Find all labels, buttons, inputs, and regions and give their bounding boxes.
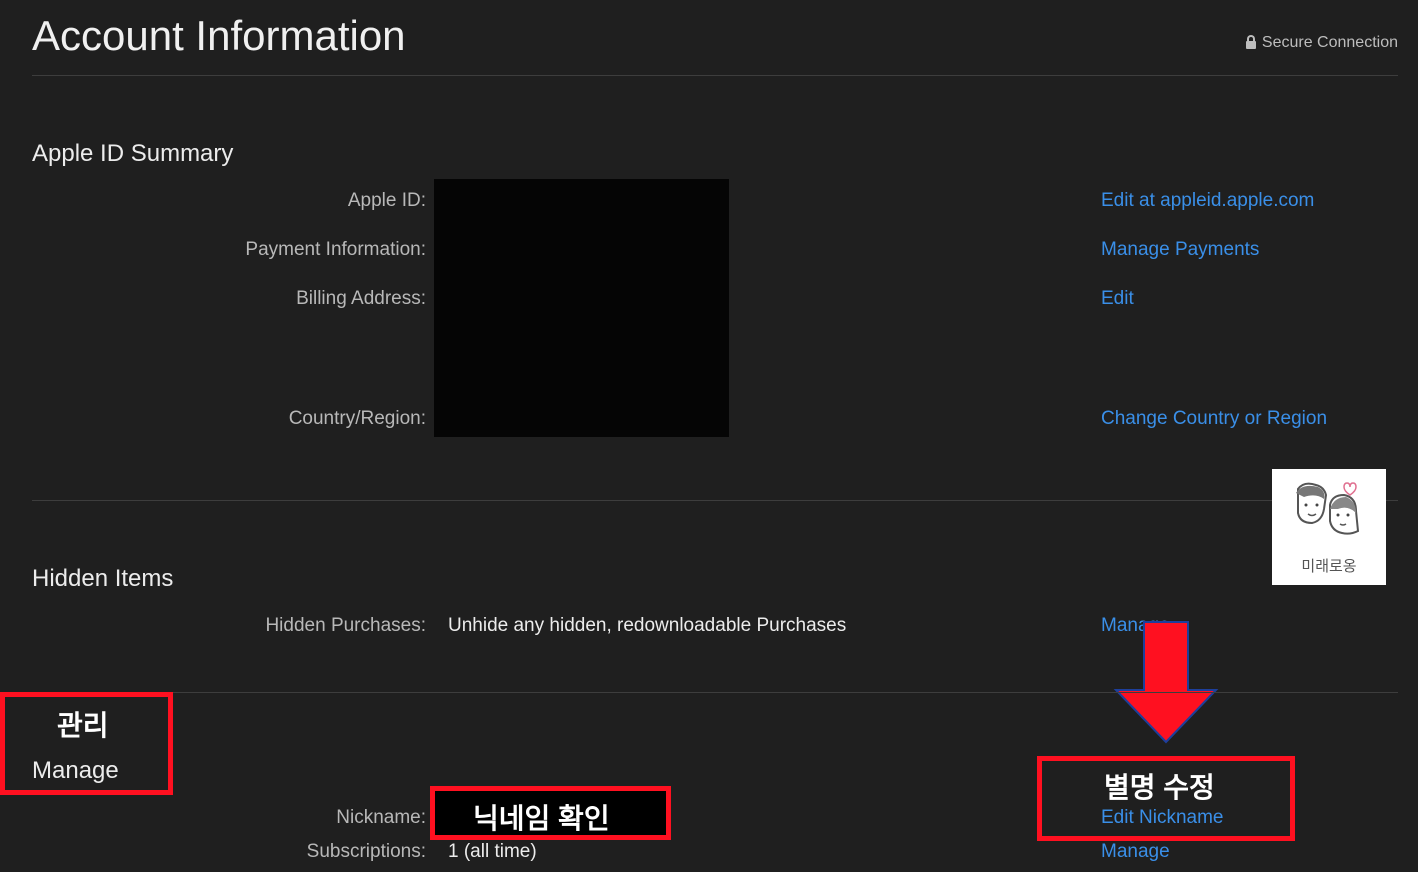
edit-nickname-korean-annotation: 별명 수정 [1104, 772, 1215, 803]
label-hidden-purchases: Hidden Purchases: [265, 615, 426, 636]
lock-icon [1245, 35, 1256, 49]
red-arrow-icon [1113, 621, 1219, 744]
label-apple-id: Apple ID: [347, 190, 426, 211]
divider [32, 692, 1398, 693]
label-nickname: Nickname: [336, 807, 426, 828]
manage-korean-annotation: 관리 [57, 710, 109, 741]
manage-payments-link[interactable]: Manage Payments [1101, 239, 1259, 261]
edit-nickname-link[interactable]: Edit Nickname [1101, 807, 1224, 829]
watermark-image: 미래로옹 [1272, 469, 1386, 585]
label-payment-information: Payment Information: [245, 239, 426, 260]
label-billing-address: Billing Address: [296, 288, 426, 309]
subscriptions-value: 1 (all time) [448, 841, 537, 862]
redacted-info-block [434, 179, 729, 437]
section-title-hidden-items: Hidden Items [32, 565, 174, 592]
secure-connection-label: Secure Connection [1261, 34, 1398, 51]
nickname-korean-annotation: 닉네임 확인 [473, 803, 610, 834]
divider [32, 500, 1398, 501]
secure-connection: Secure Connection [1245, 34, 1398, 52]
section-title-apple-id-summary: Apple ID Summary [32, 140, 234, 167]
hidden-purchases-value: Unhide any hidden, redownloadable Purcha… [448, 615, 847, 636]
label-country-region: Country/Region: [288, 408, 426, 429]
page-title: Account Information [32, 12, 406, 59]
change-country-link[interactable]: Change Country or Region [1101, 408, 1327, 430]
divider [32, 75, 1398, 76]
label-subscriptions: Subscriptions: [306, 841, 426, 862]
nickname-highlight-box: 닉네임 확인 [430, 786, 671, 840]
section-title-manage: Manage [32, 757, 119, 784]
edit-billing-link[interactable]: Edit [1101, 288, 1134, 310]
watermark-text: 미래로옹 [1301, 558, 1357, 575]
edit-appleid-link[interactable]: Edit at appleid.apple.com [1101, 190, 1314, 212]
manage-subscriptions-link[interactable]: Manage [1101, 841, 1170, 863]
